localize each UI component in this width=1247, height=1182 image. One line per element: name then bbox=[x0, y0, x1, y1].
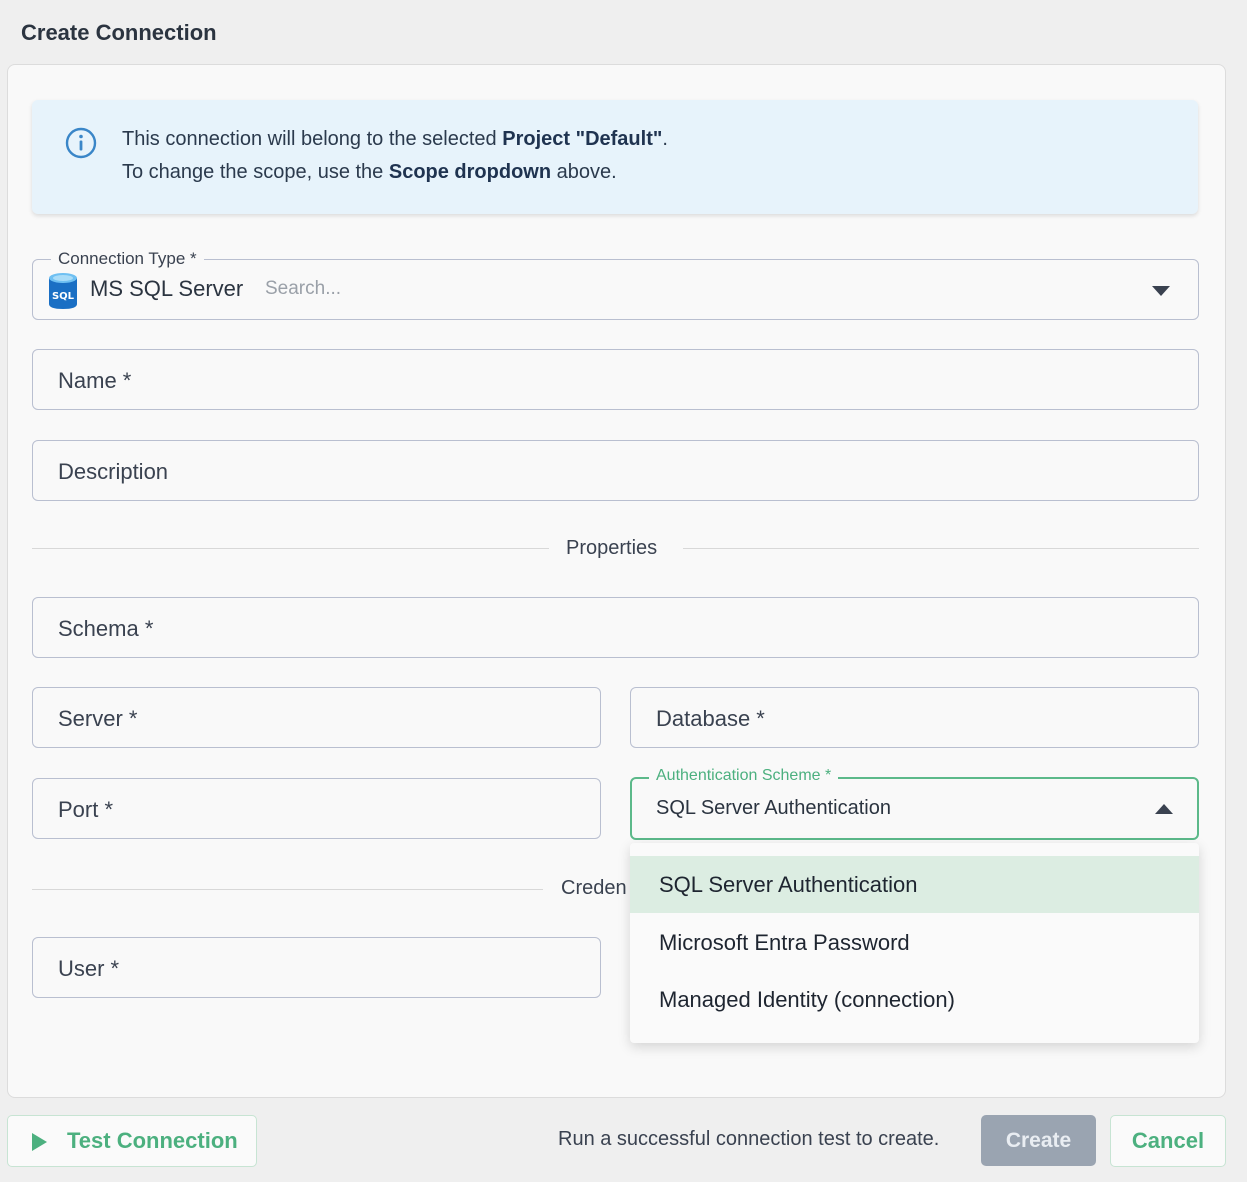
database-label: Database * bbox=[656, 706, 765, 731]
svg-text:SQL: SQL bbox=[52, 291, 75, 302]
project-name: Project "Default" bbox=[502, 128, 663, 150]
cancel-button[interactable]: Cancel bbox=[1110, 1115, 1226, 1167]
schema-field[interactable]: Schema * bbox=[32, 597, 1199, 658]
menu-option-sql-server-authentication[interactable]: SQL Server Authentication bbox=[630, 856, 1199, 913]
test-connection-button[interactable]: Test Connection bbox=[7, 1115, 257, 1167]
schema-label: Schema * bbox=[58, 616, 154, 641]
properties-divider-right bbox=[683, 548, 1199, 549]
sql-database-icon: SQL bbox=[49, 273, 77, 309]
connection-type-search[interactable]: Search... bbox=[265, 278, 341, 300]
credentials-divider-left bbox=[32, 889, 543, 890]
user-label: User * bbox=[58, 956, 120, 981]
database-field[interactable]: Database * bbox=[630, 687, 1199, 748]
credentials-section-title: Creden bbox=[561, 877, 627, 899]
server-field[interactable]: Server * bbox=[32, 687, 601, 748]
authentication-scheme-select[interactable]: Authentication Scheme * SQL Server Authe… bbox=[630, 767, 1199, 840]
properties-section-title: Properties bbox=[566, 537, 658, 559]
user-field[interactable]: User * bbox=[32, 937, 601, 998]
test-connection-label: Test Connection bbox=[67, 1128, 238, 1153]
authentication-scheme-menu: SQL Server Authentication Microsoft Entr… bbox=[630, 843, 1199, 1043]
description-label: Description bbox=[58, 459, 169, 484]
create-button[interactable]: Create bbox=[981, 1115, 1096, 1166]
info-banner: This connection will belong to the selec… bbox=[32, 100, 1198, 214]
chevron-down-icon[interactable] bbox=[1152, 286, 1170, 296]
connection-type-select[interactable]: Connection Type * SQL MS SQL Server Sear… bbox=[32, 249, 1199, 320]
name-label: Name * bbox=[58, 368, 132, 393]
port-label: Port * bbox=[58, 797, 114, 822]
play-icon bbox=[32, 1133, 47, 1151]
scope-dropdown-hint: Scope dropdown bbox=[388, 161, 552, 183]
connection-type-label: Connection Type * bbox=[51, 249, 204, 269]
chevron-up-icon[interactable] bbox=[1155, 804, 1173, 814]
server-label: Server * bbox=[58, 706, 138, 731]
authentication-scheme-value: SQL Server Authentication bbox=[656, 797, 891, 819]
info-line-2: To change the scope, use the Scope dropd… bbox=[122, 161, 617, 183]
name-field[interactable]: Name * bbox=[32, 349, 1199, 410]
dialog-title: Create Connection bbox=[21, 20, 217, 45]
info-icon bbox=[65, 127, 97, 159]
description-field[interactable]: Description bbox=[32, 440, 1199, 501]
port-field[interactable]: Port * bbox=[32, 778, 601, 839]
menu-option-microsoft-entra-password[interactable]: Microsoft Entra Password bbox=[630, 914, 1199, 971]
menu-option-managed-identity[interactable]: Managed Identity (connection) bbox=[630, 971, 1199, 1028]
info-line-1: This connection will belong to the selec… bbox=[122, 128, 668, 150]
connection-type-value: MS SQL Server bbox=[90, 276, 244, 301]
properties-divider-left bbox=[32, 548, 549, 549]
create-hint-text: Run a successful connection test to crea… bbox=[558, 1128, 940, 1150]
authentication-scheme-label: Authentication Scheme * bbox=[649, 767, 839, 785]
